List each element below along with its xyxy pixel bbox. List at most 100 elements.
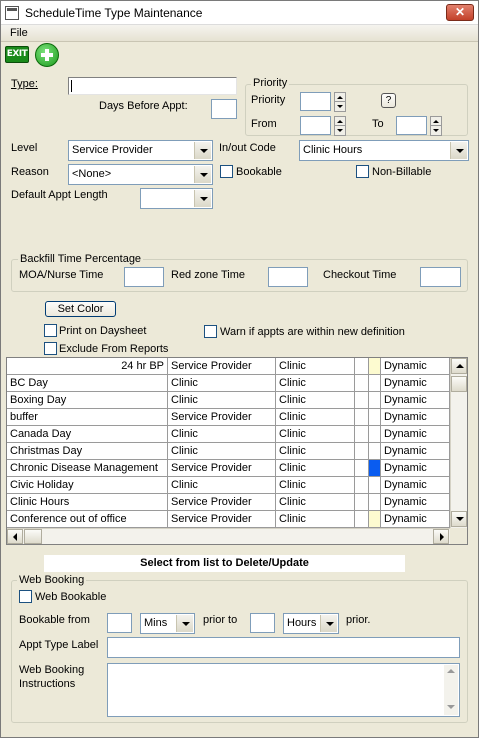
cell-level: Service Provider <box>168 460 276 476</box>
table-row[interactable]: BC Day Clinic Clinic Dynamic <box>7 375 450 392</box>
color-swatch-cell <box>369 477 381 493</box>
reason-select[interactable]: <None> <box>68 164 213 185</box>
scroll-right-button[interactable] <box>433 529 449 544</box>
chevron-down-icon[interactable] <box>194 166 211 183</box>
spin-down-icon[interactable] <box>335 102 345 111</box>
arrow-up-icon[interactable] <box>447 669 455 673</box>
cell-color <box>355 494 369 510</box>
web-booking-instructions-textarea[interactable] <box>107 663 460 717</box>
vertical-scrollbar[interactable] <box>450 358 467 528</box>
appt-type-label-input[interactable] <box>107 637 460 658</box>
set-color-button[interactable]: Set Color <box>45 301 116 317</box>
default-appt-length-select[interactable] <box>140 188 213 209</box>
web-booking-group-title: Web Booking <box>17 574 87 586</box>
chevron-down-icon[interactable] <box>450 142 467 159</box>
exit-button[interactable]: EXIT <box>5 46 29 63</box>
chevron-down-icon[interactable] <box>176 615 193 632</box>
priority-spinner[interactable] <box>334 92 346 112</box>
backfill-group-title: Backfill Time Percentage <box>18 253 144 265</box>
to-input[interactable] <box>396 116 427 135</box>
hscroll-thumb[interactable] <box>24 529 42 544</box>
days-before-input[interactable] <box>211 99 237 119</box>
cell-type: Dynamic <box>381 375 450 391</box>
prior-to-unit-select[interactable]: Hours <box>283 613 339 634</box>
from-spinner[interactable] <box>334 116 346 136</box>
help-icon: ? <box>385 95 392 106</box>
level-label: Level <box>11 142 38 154</box>
exit-icon: EXIT <box>6 49 28 59</box>
spin-down-icon[interactable] <box>335 126 345 135</box>
textarea-scrollbar[interactable] <box>444 665 458 715</box>
type-input[interactable] <box>68 77 237 95</box>
days-before-label: Days Before Appt: <box>99 100 188 112</box>
cell-color <box>355 358 369 374</box>
chevron-down-icon[interactable] <box>194 190 211 207</box>
prior-to-input[interactable] <box>250 613 275 633</box>
arrow-left-icon <box>13 533 17 541</box>
chevron-down-icon[interactable] <box>320 615 337 632</box>
print-daysheet-checkbox[interactable] <box>44 324 57 337</box>
cell-code: Clinic <box>276 426 355 442</box>
color-swatch-cell <box>369 443 381 459</box>
checkout-input[interactable] <box>420 267 461 287</box>
bookable-from-unit-select[interactable]: Mins <box>140 613 195 634</box>
cell-level: Clinic <box>168 477 276 493</box>
cell-name: Civic Holiday <box>7 477 168 493</box>
scroll-thumb[interactable] <box>451 376 467 392</box>
cell-name: Christmas Day <box>7 443 168 459</box>
table-row[interactable]: Chronic Disease Management Service Provid… <box>7 460 450 477</box>
table-row[interactable]: Canada Day Clinic Clinic Dynamic <box>7 426 450 443</box>
level-select[interactable]: Service Provider <box>68 140 213 161</box>
non-billable-checkbox[interactable] <box>356 165 369 178</box>
table-row[interactable]: Christmas Day Clinic Clinic Dynamic <box>7 443 450 460</box>
priority-input[interactable] <box>300 92 331 111</box>
spin-up-icon[interactable] <box>335 93 345 102</box>
table-row[interactable]: Civic Holiday Clinic Clinic Dynamic <box>7 477 450 494</box>
table-row[interactable]: Boxing Day Clinic Clinic Dynamic <box>7 392 450 409</box>
cell-name: Clinic Hours <box>7 494 168 510</box>
cell-level: Service Provider <box>168 409 276 425</box>
cell-color <box>355 460 369 476</box>
chevron-down-icon[interactable] <box>194 142 211 159</box>
priority-group-title: Priority <box>251 77 290 89</box>
spin-down-icon[interactable] <box>431 126 441 135</box>
cell-name: Canada Day <box>7 426 168 442</box>
spin-up-icon[interactable] <box>335 117 345 126</box>
scroll-corner <box>450 528 467 544</box>
scroll-down-button[interactable] <box>451 511 467 527</box>
web-bookable-checkbox[interactable] <box>19 590 32 603</box>
table-row[interactable]: Conference out of office Service Provider… <box>7 511 450 528</box>
from-input[interactable] <box>300 116 331 135</box>
cell-color <box>355 477 369 493</box>
red-zone-input[interactable] <box>268 267 308 287</box>
priority-help-button[interactable]: ? <box>381 93 396 108</box>
bookable-from-input[interactable] <box>107 613 132 633</box>
cell-code: Clinic <box>276 375 355 391</box>
horizontal-scrollbar[interactable] <box>7 528 450 544</box>
to-spinner[interactable] <box>430 116 442 136</box>
warn-checkbox[interactable] <box>204 325 217 338</box>
add-button[interactable] <box>35 43 59 67</box>
cell-type: Dynamic <box>381 477 450 493</box>
priority-label: Priority <box>251 94 286 106</box>
schedule-type-grid[interactable]: 24 hr BP Service Provider Clinic Dynamic BC … <box>6 357 468 545</box>
table-row[interactable]: 24 hr BP Service Provider Clinic Dynamic <box>7 358 450 375</box>
arrow-down-icon <box>456 517 464 521</box>
table-row[interactable]: Clinic Hours Service Provider Clinic Dynami… <box>7 494 450 511</box>
menu-file[interactable]: File <box>10 27 28 39</box>
spin-up-icon[interactable] <box>431 117 441 126</box>
bookable-checkbox[interactable] <box>220 165 233 178</box>
exclude-reports-checkbox[interactable] <box>44 342 57 355</box>
arrow-down-icon[interactable] <box>447 705 455 709</box>
moa-nurse-input[interactable] <box>124 267 164 287</box>
close-button[interactable]: ✕ <box>446 4 474 21</box>
status-message: Select from list to Delete/Update <box>44 555 405 572</box>
table-row[interactable]: buffer Service Provider Clinic Dynamic <box>7 409 450 426</box>
scroll-up-button[interactable] <box>451 358 467 374</box>
color-swatch-cell <box>369 358 381 374</box>
inout-code-select[interactable]: Clinic Hours <box>299 140 469 161</box>
red-zone-label: Red zone Time <box>171 269 245 281</box>
cell-level: Service Provider <box>168 494 276 510</box>
scroll-left-button[interactable] <box>7 529 23 544</box>
cell-type: Dynamic <box>381 494 450 510</box>
